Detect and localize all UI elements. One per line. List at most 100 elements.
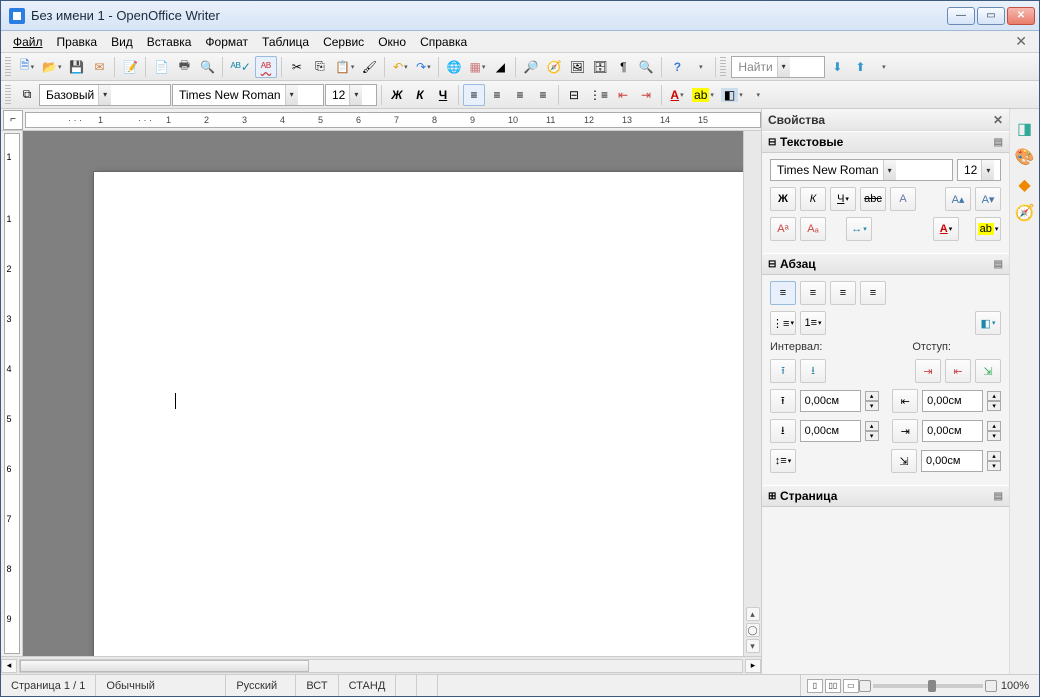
menu-help[interactable]: Справка (414, 33, 473, 51)
left-spinner[interactable]: ▴▾ (987, 391, 1001, 411)
para-align-right[interactable]: ≡ (830, 281, 856, 305)
sidetab-gallery-icon[interactable]: ◆ (1015, 175, 1035, 195)
status-page-style[interactable]: Обычный (96, 675, 226, 696)
side-spacing-button[interactable]: ↔▾ (846, 217, 872, 241)
open-button[interactable]: 📂▾ (39, 56, 64, 78)
styles-button[interactable]: ⧉ (16, 84, 38, 106)
status-zoom[interactable]: 100% (991, 675, 1039, 696)
find-replace-button[interactable]: 🔎 (520, 56, 542, 78)
page[interactable] (93, 171, 743, 656)
paste-button[interactable]: 📋▾ (332, 56, 357, 78)
preview-button[interactable]: 🔍 (196, 56, 218, 78)
scroll-right-icon[interactable]: ▸ (745, 659, 761, 673)
hyperlink-button[interactable]: 🌐 (443, 56, 465, 78)
format-toolbar-overflow[interactable]: ▾ (747, 84, 769, 106)
left-indent-input[interactable]: 0,00см (922, 390, 983, 412)
scroll-left-icon[interactable]: ◂ (1, 659, 17, 673)
side-underline-button[interactable]: Ч▾ (830, 187, 856, 211)
ruler-scale-h[interactable]: · · · 1 · · · 1 2 3 4 5 6 7 8 9 10 11 12… (25, 112, 761, 128)
menu-edit[interactable]: Правка (51, 33, 104, 51)
vertical-scrollbar[interactable]: ▴ ◯ ▾ (743, 131, 761, 656)
side-sub-button[interactable]: Aₐ (800, 217, 826, 241)
find-input[interactable]: Найти▾ (731, 56, 825, 78)
tab-type-button[interactable]: ⌐ (3, 110, 23, 130)
show-draw-button[interactable]: ◢ (489, 56, 511, 78)
find-next-button[interactable]: ⬇ (826, 56, 848, 78)
close-button[interactable]: ✕ (1007, 7, 1035, 25)
side-grow-font-button[interactable]: A▴ (945, 187, 971, 211)
below-spinner[interactable]: ▴▾ (865, 421, 879, 441)
datasources-button[interactable]: 🗄 (589, 56, 611, 78)
zoom-slider[interactable] (873, 684, 983, 688)
help-button[interactable]: ? (666, 56, 688, 78)
bullets-button[interactable]: ⋮≡ (586, 84, 611, 106)
horizontal-scrollbar[interactable]: ◂ ▸ (1, 656, 761, 674)
menu-table[interactable]: Таблица (256, 33, 315, 51)
view-single-icon[interactable]: ▯ (807, 679, 823, 693)
horizontal-ruler[interactable]: ⌐ · · · 1 · · · 1 2 3 4 5 6 7 8 9 10 11 … (1, 109, 761, 131)
toolbar-grip[interactable] (5, 57, 11, 77)
export-pdf-button[interactable]: 📄 (150, 56, 172, 78)
document-canvas[interactable] (23, 131, 743, 656)
highlight-button[interactable]: ab▾ (689, 84, 717, 106)
inc-spacing-button[interactable]: ⭱ (770, 359, 796, 383)
side-size-combo[interactable]: 12▾ (957, 159, 1001, 181)
menu-view[interactable]: Вид (105, 33, 139, 51)
side-shrink-font-button[interactable]: A▾ (975, 187, 1001, 211)
panel-more-icon[interactable]: ▤ (994, 137, 1003, 148)
vertical-ruler[interactable]: 1 1 2 3 4 5 6 7 8 9 (1, 131, 23, 656)
status-page[interactable]: Страница 1 / 1 (1, 675, 96, 696)
para-bullets[interactable]: ⋮≡▾ (770, 311, 796, 335)
font-name-combo[interactable]: Times New Roman▾ (172, 84, 324, 106)
paragraph-style-combo[interactable]: Базовый▾ (39, 84, 171, 106)
scroll-thumb[interactable] (20, 660, 309, 672)
below-spacing-input[interactable]: 0,00см (800, 420, 861, 442)
menu-format[interactable]: Формат (199, 33, 254, 51)
nav-circle-icon[interactable]: ◯ (746, 623, 760, 637)
panel-text-header[interactable]: ⊟Текстовые ▤ (762, 131, 1009, 153)
side-italic-button[interactable]: К (800, 187, 826, 211)
view-book-icon[interactable]: ▭ (843, 679, 859, 693)
side-font-color-button[interactable]: A▾ (933, 217, 959, 241)
panel-para-header[interactable]: ⊟Абзац ▤ (762, 253, 1009, 275)
menu-insert[interactable]: Вставка (141, 33, 198, 51)
above-spinner[interactable]: ▴▾ (865, 391, 879, 411)
status-language[interactable]: Русский (226, 675, 296, 696)
save-button[interactable]: 💾 (65, 56, 87, 78)
hanging-indent-button[interactable]: ⇲ (975, 359, 1001, 383)
edit-file-button[interactable]: 📝 (119, 56, 141, 78)
align-justify-button[interactable]: ≡ (532, 84, 554, 106)
dec-indent-button[interactable]: ⇤ (945, 359, 971, 383)
para-align-justify[interactable]: ≡ (860, 281, 886, 305)
first-indent-input[interactable]: 0,00см (921, 450, 983, 472)
redo-button[interactable]: ↷▾ (412, 56, 434, 78)
right-spinner[interactable]: ▴▾ (987, 421, 1001, 441)
gallery-button[interactable]: 🖼 (566, 56, 588, 78)
panel-page-header[interactable]: ⊞Страница ▤ (762, 485, 1009, 507)
find-prev-button[interactable]: ⬆ (849, 56, 871, 78)
para-bg-button[interactable]: ◧▾ (975, 311, 1001, 335)
italic-button[interactable]: К (409, 84, 431, 106)
print-button[interactable]: 🖶 (173, 56, 195, 78)
new-button[interactable]: 🗎▾ (16, 56, 38, 78)
find-toolbar-overflow[interactable]: ▾ (872, 56, 894, 78)
para-align-left[interactable]: ≡ (770, 281, 796, 305)
background-button[interactable]: ◧▾ (718, 84, 746, 106)
find-toolbar-grip[interactable] (720, 57, 726, 77)
sidebar-close-icon[interactable]: ✕ (993, 113, 1003, 127)
align-left-button[interactable]: ≡ (463, 84, 485, 106)
format-paint-button[interactable]: 🖌 (358, 56, 380, 78)
table-button[interactable]: ▦▾ (466, 56, 488, 78)
nonprinting-button[interactable]: ¶ (612, 56, 634, 78)
menu-file[interactable]: Файл (7, 33, 49, 51)
increase-indent-button[interactable]: ⇥ (635, 84, 657, 106)
line-spacing-button[interactable]: ↕≡▾ (770, 449, 796, 473)
align-right-button[interactable]: ≡ (509, 84, 531, 106)
toolbar-grip-2[interactable] (5, 85, 11, 105)
dec-spacing-button[interactable]: ⭳ (800, 359, 826, 383)
email-button[interactable]: ✉ (88, 56, 110, 78)
panel-more-icon[interactable]: ▤ (994, 259, 1003, 270)
undo-button[interactable]: ↶▾ (389, 56, 411, 78)
side-highlight-button[interactable]: ab▾ (975, 217, 1001, 241)
underline-button[interactable]: Ч (432, 84, 454, 106)
